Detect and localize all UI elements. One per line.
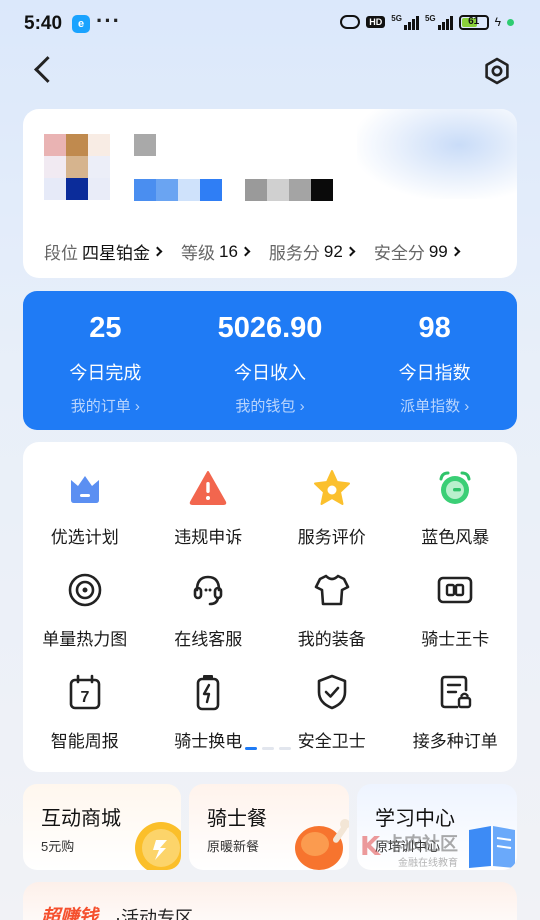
- page-dot: [262, 747, 274, 750]
- calendar-icon: 7: [69, 674, 101, 710]
- function-grid-card: 优选计划 违规申诉 服务评价 蓝色风暴 单量热力图 在线客服 我的装备 骑士王卡…: [23, 442, 517, 772]
- summary-completed[interactable]: 25 今日完成 我的订单 ›: [23, 291, 188, 430]
- profile-stats: 段位 四星铂金 等级 16 服务分 92 安全分 99: [44, 239, 461, 264]
- svg-text:7: 7: [80, 689, 89, 706]
- hd-voice-icon: HD: [366, 16, 386, 28]
- daily-summary-card: 25 今日完成 我的订单 › 5026.90 今日收入 我的钱包 › 98 今日…: [23, 291, 517, 430]
- function-grid: 优选计划 违规申诉 服务评价 蓝色风暴 单量热力图 在线客服 我的装备 骑士王卡…: [23, 468, 517, 752]
- watermark-k-icon: K: [360, 832, 381, 862]
- income-amount: 5026.90: [217, 312, 323, 344]
- dispatch-index-link[interactable]: 派单指数 ›: [352, 395, 517, 416]
- headset-icon: [193, 575, 223, 606]
- summary-index[interactable]: 98 今日指数 派单指数 ›: [352, 291, 517, 430]
- decorative-swoosh: [357, 109, 517, 199]
- grid-item-knight-card[interactable]: 骑士王卡: [394, 570, 518, 650]
- completed-label: 今日完成: [69, 363, 142, 383]
- promo-knight-meal[interactable]: 骑士餐 原暖新餐: [189, 784, 349, 870]
- rank-link[interactable]: 段位 四星铂金: [44, 239, 163, 264]
- grid-item-online-support[interactable]: 在线客服: [147, 570, 271, 650]
- hexagon-settings-icon: [485, 57, 509, 85]
- status-bar: 5:40 e ··· HD 5G 5G 61 ϟ: [0, 0, 540, 48]
- star-icon: [313, 470, 350, 505]
- my-wallet-link[interactable]: 我的钱包 ›: [188, 395, 353, 416]
- index-value: 98: [418, 312, 451, 344]
- grid-item-battery-swap[interactable]: 骑士换电: [147, 672, 271, 752]
- page-dot-active: [245, 747, 257, 750]
- watermark-logo: K 卡农社区 金融在线教育: [360, 832, 458, 869]
- activity-title: ·活动专区: [115, 908, 193, 920]
- completed-count: 25: [89, 312, 122, 344]
- chevron-right-icon: [240, 246, 251, 257]
- link-icon: [340, 15, 361, 29]
- grid-item-service-review[interactable]: 服务评价: [270, 468, 394, 548]
- activity-zone-card[interactable]: 超赚钱 ·活动专区: [23, 882, 517, 920]
- chicken-leg-icon: [295, 819, 349, 870]
- shirt-icon: [314, 574, 350, 606]
- target-icon: [68, 573, 102, 607]
- back-button[interactable]: [30, 56, 58, 84]
- service-score-link[interactable]: 服务分 92: [269, 239, 356, 264]
- my-orders-link[interactable]: 我的订单 ›: [23, 395, 188, 416]
- grid-item-safety-guard[interactable]: 安全卫士: [270, 672, 394, 752]
- chevron-right-icon: [152, 246, 163, 257]
- grid-item-weekly-report[interactable]: 7 智能周报: [23, 672, 147, 752]
- level-link[interactable]: 等级 16: [181, 239, 251, 264]
- gold-coin-icon: [135, 822, 181, 870]
- signal-icon: 5G: [391, 14, 419, 30]
- page-dot: [279, 747, 291, 750]
- profile-card[interactable]: 段位 四星铂金 等级 16 服务分 92 安全分 99: [23, 109, 517, 278]
- crown-icon: [70, 476, 99, 503]
- grid-page-indicator: [245, 747, 291, 750]
- document-lock-icon: [440, 675, 472, 709]
- grid-item-multi-orders[interactable]: 接多种订单: [394, 672, 518, 752]
- more-notifications-icon: ···: [96, 8, 121, 33]
- app-notification-icon: e: [72, 15, 90, 33]
- card-icon: [437, 576, 473, 604]
- chevron-right-icon: [450, 246, 461, 257]
- privacy-dot-icon: [507, 18, 514, 26]
- promo-interactive-mall[interactable]: 互动商城 5元购: [23, 784, 181, 870]
- signal-icon-2: 5G: [425, 14, 453, 30]
- warning-icon: [189, 471, 227, 505]
- battery-icon: [196, 675, 220, 711]
- charging-icon: ϟ: [494, 15, 501, 29]
- battery-icon: 61: [458, 14, 489, 30]
- grid-item-blue-storm[interactable]: 蓝色风暴: [394, 468, 518, 548]
- activity-highlight: 超赚钱: [41, 907, 99, 920]
- safety-score-link[interactable]: 安全分 99: [374, 239, 461, 264]
- alarm-clock-icon: [439, 471, 471, 504]
- chevron-right-icon: [345, 246, 356, 257]
- status-time: 5:40: [24, 13, 63, 34]
- summary-income[interactable]: 5026.90 今日收入 我的钱包 ›: [188, 291, 353, 430]
- grid-item-my-equipment[interactable]: 我的装备: [270, 570, 394, 650]
- index-label: 今日指数: [398, 363, 471, 383]
- income-label: 今日收入: [234, 363, 306, 383]
- grid-item-violation-appeal[interactable]: 违规申诉: [147, 468, 271, 548]
- shield-icon: [317, 674, 347, 710]
- grid-item-priority-plan[interactable]: 优选计划: [23, 468, 147, 548]
- grid-item-heatmap[interactable]: 单量热力图: [23, 570, 147, 650]
- settings-button[interactable]: [482, 56, 512, 86]
